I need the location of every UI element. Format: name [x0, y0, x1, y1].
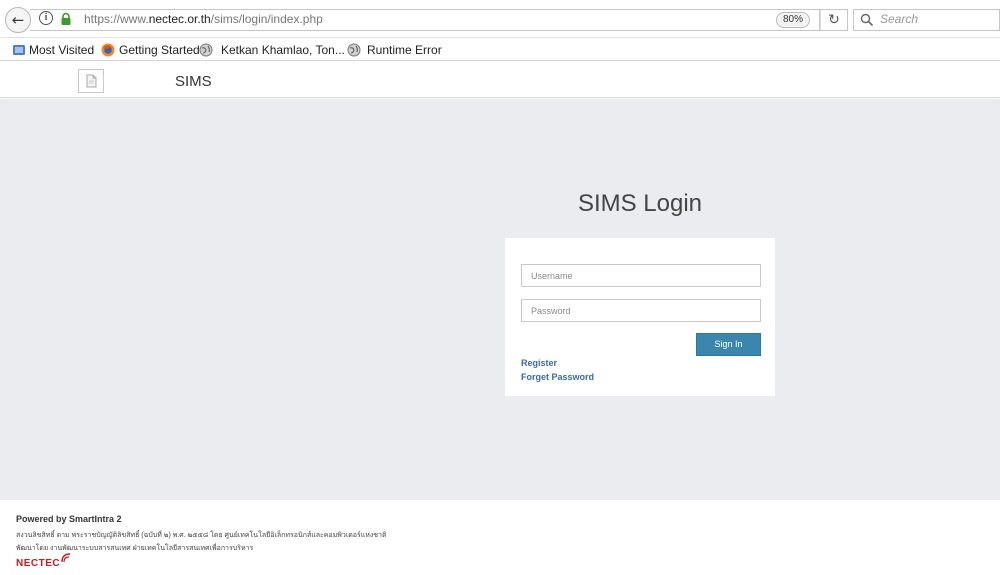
powered-by-text: Powered by SmartIntra 2	[16, 514, 122, 524]
app-brand[interactable]: SIMS	[175, 73, 212, 90]
back-button[interactable]: ←	[5, 7, 31, 33]
forget-password-link[interactable]: Forget Password	[521, 372, 594, 382]
login-title: SIMS Login	[577, 190, 703, 217]
register-link[interactable]: Register	[521, 358, 557, 368]
app-header	[0, 62, 1000, 98]
password-input[interactable]	[521, 299, 761, 322]
browser-search-input[interactable]	[853, 9, 1000, 31]
url-domain: nectec.or.th	[148, 12, 211, 26]
nectec-logo-text: NECTEC	[16, 558, 61, 569]
bookmark-folder-icon	[13, 45, 25, 55]
username-input[interactable]	[521, 264, 761, 287]
globe-icon	[199, 43, 213, 57]
signal-wave-icon	[61, 553, 71, 563]
zoom-level-badge[interactable]: 80%	[776, 12, 810, 28]
url-text[interactable]: https://www.nectec.or.th/sims/login/inde…	[84, 12, 323, 26]
reload-icon: ↻	[828, 12, 840, 28]
bookmark-getting-started[interactable]: Getting Started	[119, 43, 200, 57]
bookmark-most-visited[interactable]: Most Visited	[29, 43, 94, 57]
copyright-text: สงวนลิขสิทธิ์ ตาม พระราชบัญญัติลิขสิทธิ์…	[16, 532, 387, 539]
main-content	[0, 99, 1000, 500]
nectec-logo: NECTEC	[16, 553, 71, 569]
bookmark-ketkan[interactable]: Ketkan Khamlao, Ton...	[221, 43, 345, 57]
developer-text: พัฒนาโดย งานพัฒนาระบบสารสนเทศ ฝ่ายเทคโนโ…	[16, 545, 254, 552]
lock-icon[interactable]	[59, 12, 73, 26]
back-arrow-icon: ←	[11, 11, 25, 29]
broken-image-icon	[86, 74, 97, 88]
url-prefix: https://www.	[84, 12, 149, 26]
info-icon[interactable]: i	[39, 11, 53, 25]
url-path: /sims/login/index.php	[210, 12, 323, 26]
search-placeholder: Search	[880, 12, 919, 26]
bookmark-runtime-error[interactable]: Runtime Error	[367, 43, 442, 57]
globe-icon	[347, 43, 361, 57]
reload-button[interactable]: ↻	[820, 9, 848, 31]
firefox-icon	[101, 43, 115, 57]
broken-logo-image[interactable]	[78, 69, 104, 93]
sign-in-button[interactable]: Sign In	[696, 333, 761, 356]
search-icon	[860, 13, 874, 27]
